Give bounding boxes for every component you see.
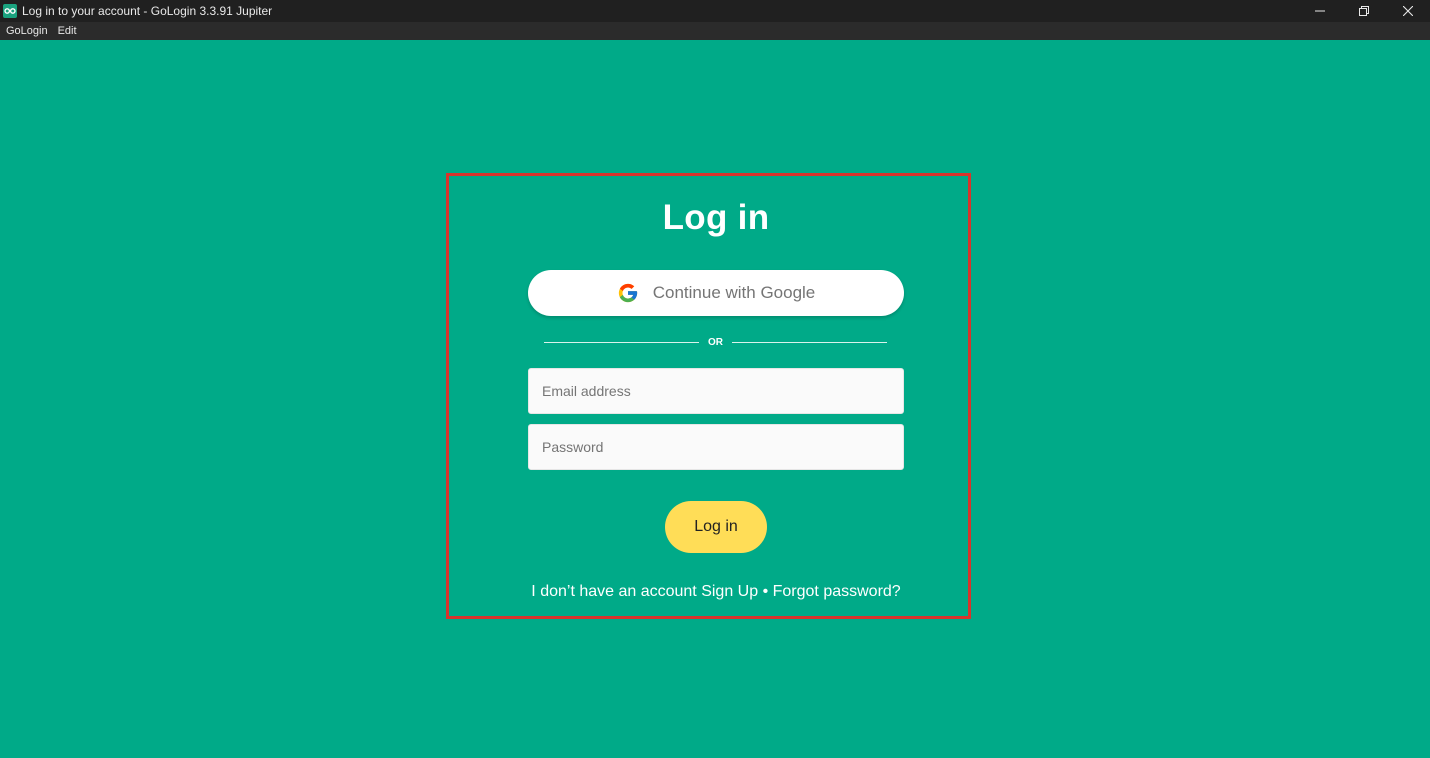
minimize-icon[interactable]	[1298, 0, 1342, 22]
menu-item-edit[interactable]: Edit	[53, 25, 82, 37]
continue-with-google-button[interactable]: Continue with Google	[528, 270, 904, 316]
google-icon	[617, 282, 639, 304]
google-button-label: Continue with Google	[652, 283, 816, 302]
login-button[interactable]: Log in	[665, 501, 767, 553]
password-field[interactable]	[528, 424, 904, 470]
signup-link[interactable]: Sign Up	[701, 583, 758, 600]
menu-item-gologin[interactable]: GoLogin	[0, 25, 53, 37]
forgot-password-link[interactable]: Forgot password?	[773, 583, 901, 600]
window-titlebar: Log in to your account - GoLogin 3.3.91 …	[0, 0, 1430, 22]
link-separator: •	[758, 583, 773, 600]
restore-icon[interactable]	[1342, 0, 1386, 22]
window-title: Log in to your account - GoLogin 3.3.91 …	[22, 4, 273, 18]
menu-bar: GoLogin Edit	[0, 22, 1430, 40]
divider-line-right	[732, 341, 887, 343]
gologin-app-icon	[3, 4, 17, 18]
account-links: I don’t have an account Sign Up • Forgot…	[500, 583, 932, 601]
no-account-text: I don’t have an account	[531, 583, 697, 600]
or-text: OR	[708, 336, 723, 348]
divider-line-left	[544, 341, 699, 343]
close-icon[interactable]	[1386, 0, 1430, 22]
window-controls	[1298, 0, 1430, 22]
or-divider: OR	[544, 334, 887, 350]
page-title: Log in	[662, 198, 770, 237]
email-field[interactable]	[528, 368, 904, 414]
